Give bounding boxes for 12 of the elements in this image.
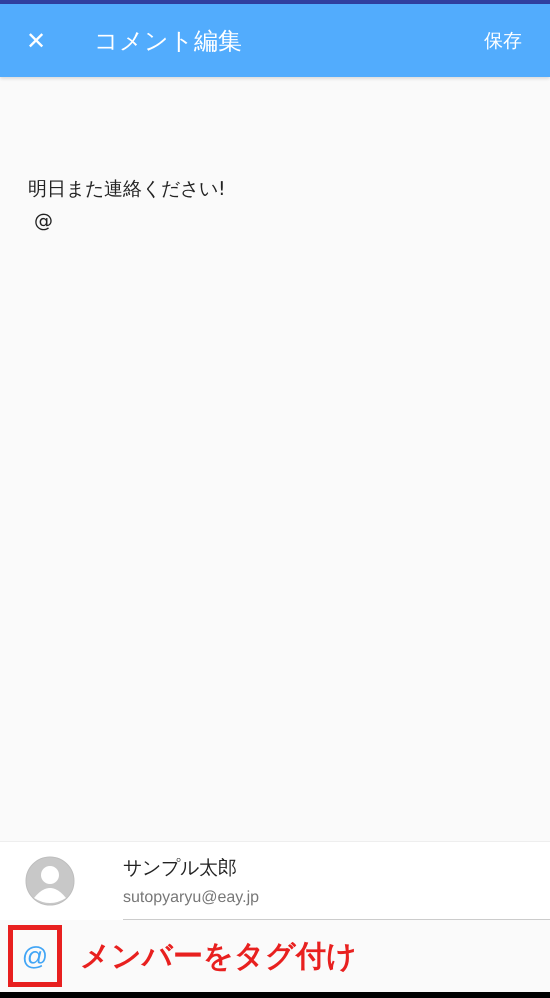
close-button[interactable]: ✕ xyxy=(26,26,46,54)
comment-field[interactable]: 明日また連絡ください! @ xyxy=(0,77,550,841)
member-email: sutopyaryu@eay.jp xyxy=(123,888,260,906)
member-suggestion[interactable]: サンプル太郎 sutopyaryu@eay.jp xyxy=(0,841,550,920)
save-button[interactable]: 保存 xyxy=(484,28,522,54)
member-name: サンプル太郎 xyxy=(123,856,238,880)
annotation-label: メンバーをタグ付け xyxy=(80,938,357,976)
comment-text: 明日また連絡ください! xyxy=(28,177,227,202)
comment-text: @ xyxy=(33,209,54,234)
screen-title: コメント編集 xyxy=(94,26,244,56)
avatar-icon xyxy=(25,856,75,906)
mention-button[interactable]: @ xyxy=(22,940,48,972)
